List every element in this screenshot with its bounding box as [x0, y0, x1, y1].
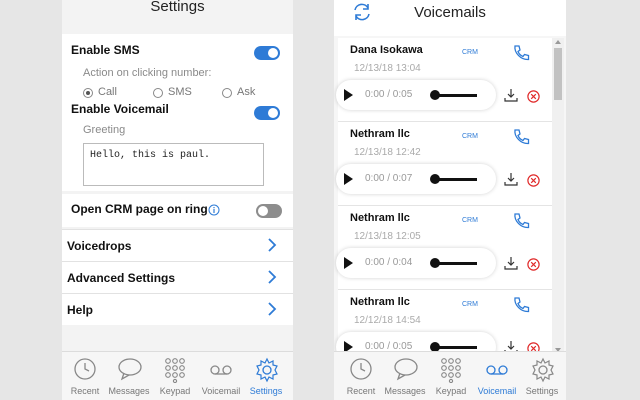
radio-ask-label: Ask [237, 86, 256, 98]
crm-link[interactable]: CRM [462, 217, 478, 224]
radio-call-label: Call [98, 86, 117, 98]
enable-voicemail-label: Enable Voicemail [71, 102, 169, 116]
row-advanced-settings[interactable]: Advanced Settings [62, 261, 293, 293]
chat-bubble-icon [118, 358, 142, 381]
delete-icon[interactable] [527, 90, 540, 108]
radio-sms[interactable] [153, 88, 163, 98]
caller-name: Nethram llc [350, 128, 410, 140]
voicemails-panel: Voicemails Dana Isokawa CRM 12/13/18 13:… [334, 0, 566, 400]
row-help[interactable]: Help [62, 293, 293, 325]
gear-icon [532, 357, 554, 383]
tab-settings-label: Settings [249, 386, 283, 396]
scroll-up-arrow[interactable] [555, 40, 561, 44]
play-icon[interactable] [344, 257, 353, 269]
audio-player: 0:00 / 0:04 [336, 248, 496, 278]
audio-time: 0:00 / 0:05 [365, 89, 413, 100]
voicemail-date: 12/12/18 14:54 [354, 315, 421, 326]
download-icon[interactable] [504, 256, 518, 275]
caller-name: Nethram llc [350, 212, 410, 224]
clock-icon [350, 358, 372, 380]
play-icon[interactable] [344, 89, 353, 101]
voicemails-title: Voicemails [414, 4, 486, 21]
row-help-label: Help [67, 303, 94, 317]
action-on-click-label: Action on clicking number: [83, 67, 212, 79]
delete-icon[interactable] [527, 258, 540, 276]
info-icon[interactable] [208, 203, 220, 221]
radio-call[interactable] [83, 88, 93, 98]
phone-icon[interactable] [512, 296, 530, 319]
tab-settings[interactable]: Settings [243, 352, 289, 400]
tab-settings[interactable]: Settings [519, 352, 565, 400]
scrollbar-thumb[interactable] [554, 48, 562, 100]
clock-icon [74, 358, 96, 380]
voicemail-icon [486, 365, 508, 375]
chat-bubble-icon [394, 358, 418, 381]
tab-settings-label: Settings [525, 386, 559, 396]
voicemail-item: Nethram llc CRM 12/12/18 14:54 0:00 / 0:… [336, 290, 552, 354]
keypad-icon [165, 358, 185, 383]
phone-icon[interactable] [512, 212, 530, 235]
gear-icon [256, 357, 278, 383]
audio-player: 0:00 / 0:07 [336, 164, 496, 194]
settings-panel: Settings Enable SMS Action on clicking n… [62, 0, 293, 400]
phone-icon[interactable] [512, 44, 530, 67]
tab-bar: Recent Messages Keypad Voicemail Setting… [62, 351, 293, 400]
crm-link[interactable]: CRM [462, 301, 478, 308]
voicemail-item: Nethram llc CRM 12/13/18 12:42 0:00 / 0:… [336, 122, 552, 206]
voicemail-item: Dana Isokawa CRM 12/13/18 13:04 0:00 / 0… [336, 38, 552, 122]
tab-bar: Recent Messages Keypad Voicemail Setting… [334, 351, 566, 400]
settings-title: Settings [150, 0, 205, 15]
open-crm-label: Open CRM page on ring [71, 202, 208, 216]
audio-progress-thumb[interactable] [430, 258, 440, 268]
greeting-textarea[interactable]: Hello, this is paul. [83, 143, 264, 186]
audio-time: 0:00 / 0:04 [365, 257, 413, 268]
delete-icon[interactable] [527, 174, 540, 192]
crm-link[interactable]: CRM [462, 49, 478, 56]
voicemail-item: Nethram llc CRM 12/13/18 12:05 0:00 / 0:… [336, 206, 552, 290]
row-advanced-settings-label: Advanced Settings [67, 271, 176, 285]
crm-link[interactable]: CRM [462, 133, 478, 140]
chevron-right-icon [267, 269, 277, 290]
voicemail-date: 12/13/18 12:05 [354, 231, 421, 242]
audio-progress-thumb[interactable] [430, 174, 440, 184]
download-icon[interactable] [504, 172, 518, 191]
chevron-right-icon [267, 301, 277, 322]
radio-ask[interactable] [222, 88, 232, 98]
caller-name: Dana Isokawa [350, 44, 423, 56]
caller-name: Nethram llc [350, 296, 410, 308]
row-voicedrops[interactable]: Voicedrops [62, 229, 293, 261]
download-icon[interactable] [504, 88, 518, 107]
audio-player: 0:00 / 0:05 [336, 80, 496, 110]
row-voicedrops-label: Voicedrops [67, 239, 132, 253]
keypad-icon [441, 358, 461, 383]
audio-time: 0:00 / 0:07 [365, 173, 413, 184]
greeting-label: Greeting [83, 124, 126, 136]
scrollbar[interactable] [552, 38, 564, 354]
open-crm-toggle[interactable] [256, 204, 282, 218]
enable-sms-label: Enable SMS [71, 43, 140, 57]
enable-sms-toggle[interactable] [254, 46, 280, 60]
phone-icon[interactable] [512, 128, 530, 151]
voicemail-list: Dana Isokawa CRM 12/13/18 13:04 0:00 / 0… [334, 36, 566, 354]
play-icon[interactable] [344, 173, 353, 185]
open-crm-section: Open CRM page on ring [62, 194, 293, 227]
voicemail-date: 12/13/18 12:42 [354, 147, 421, 158]
audio-progress-thumb[interactable] [430, 90, 440, 100]
chevron-right-icon [267, 237, 277, 258]
enable-voicemail-toggle[interactable] [254, 106, 280, 120]
voicemail-icon [210, 365, 232, 375]
radio-sms-label: SMS [168, 86, 192, 98]
voicemail-date: 12/13/18 13:04 [354, 63, 421, 74]
